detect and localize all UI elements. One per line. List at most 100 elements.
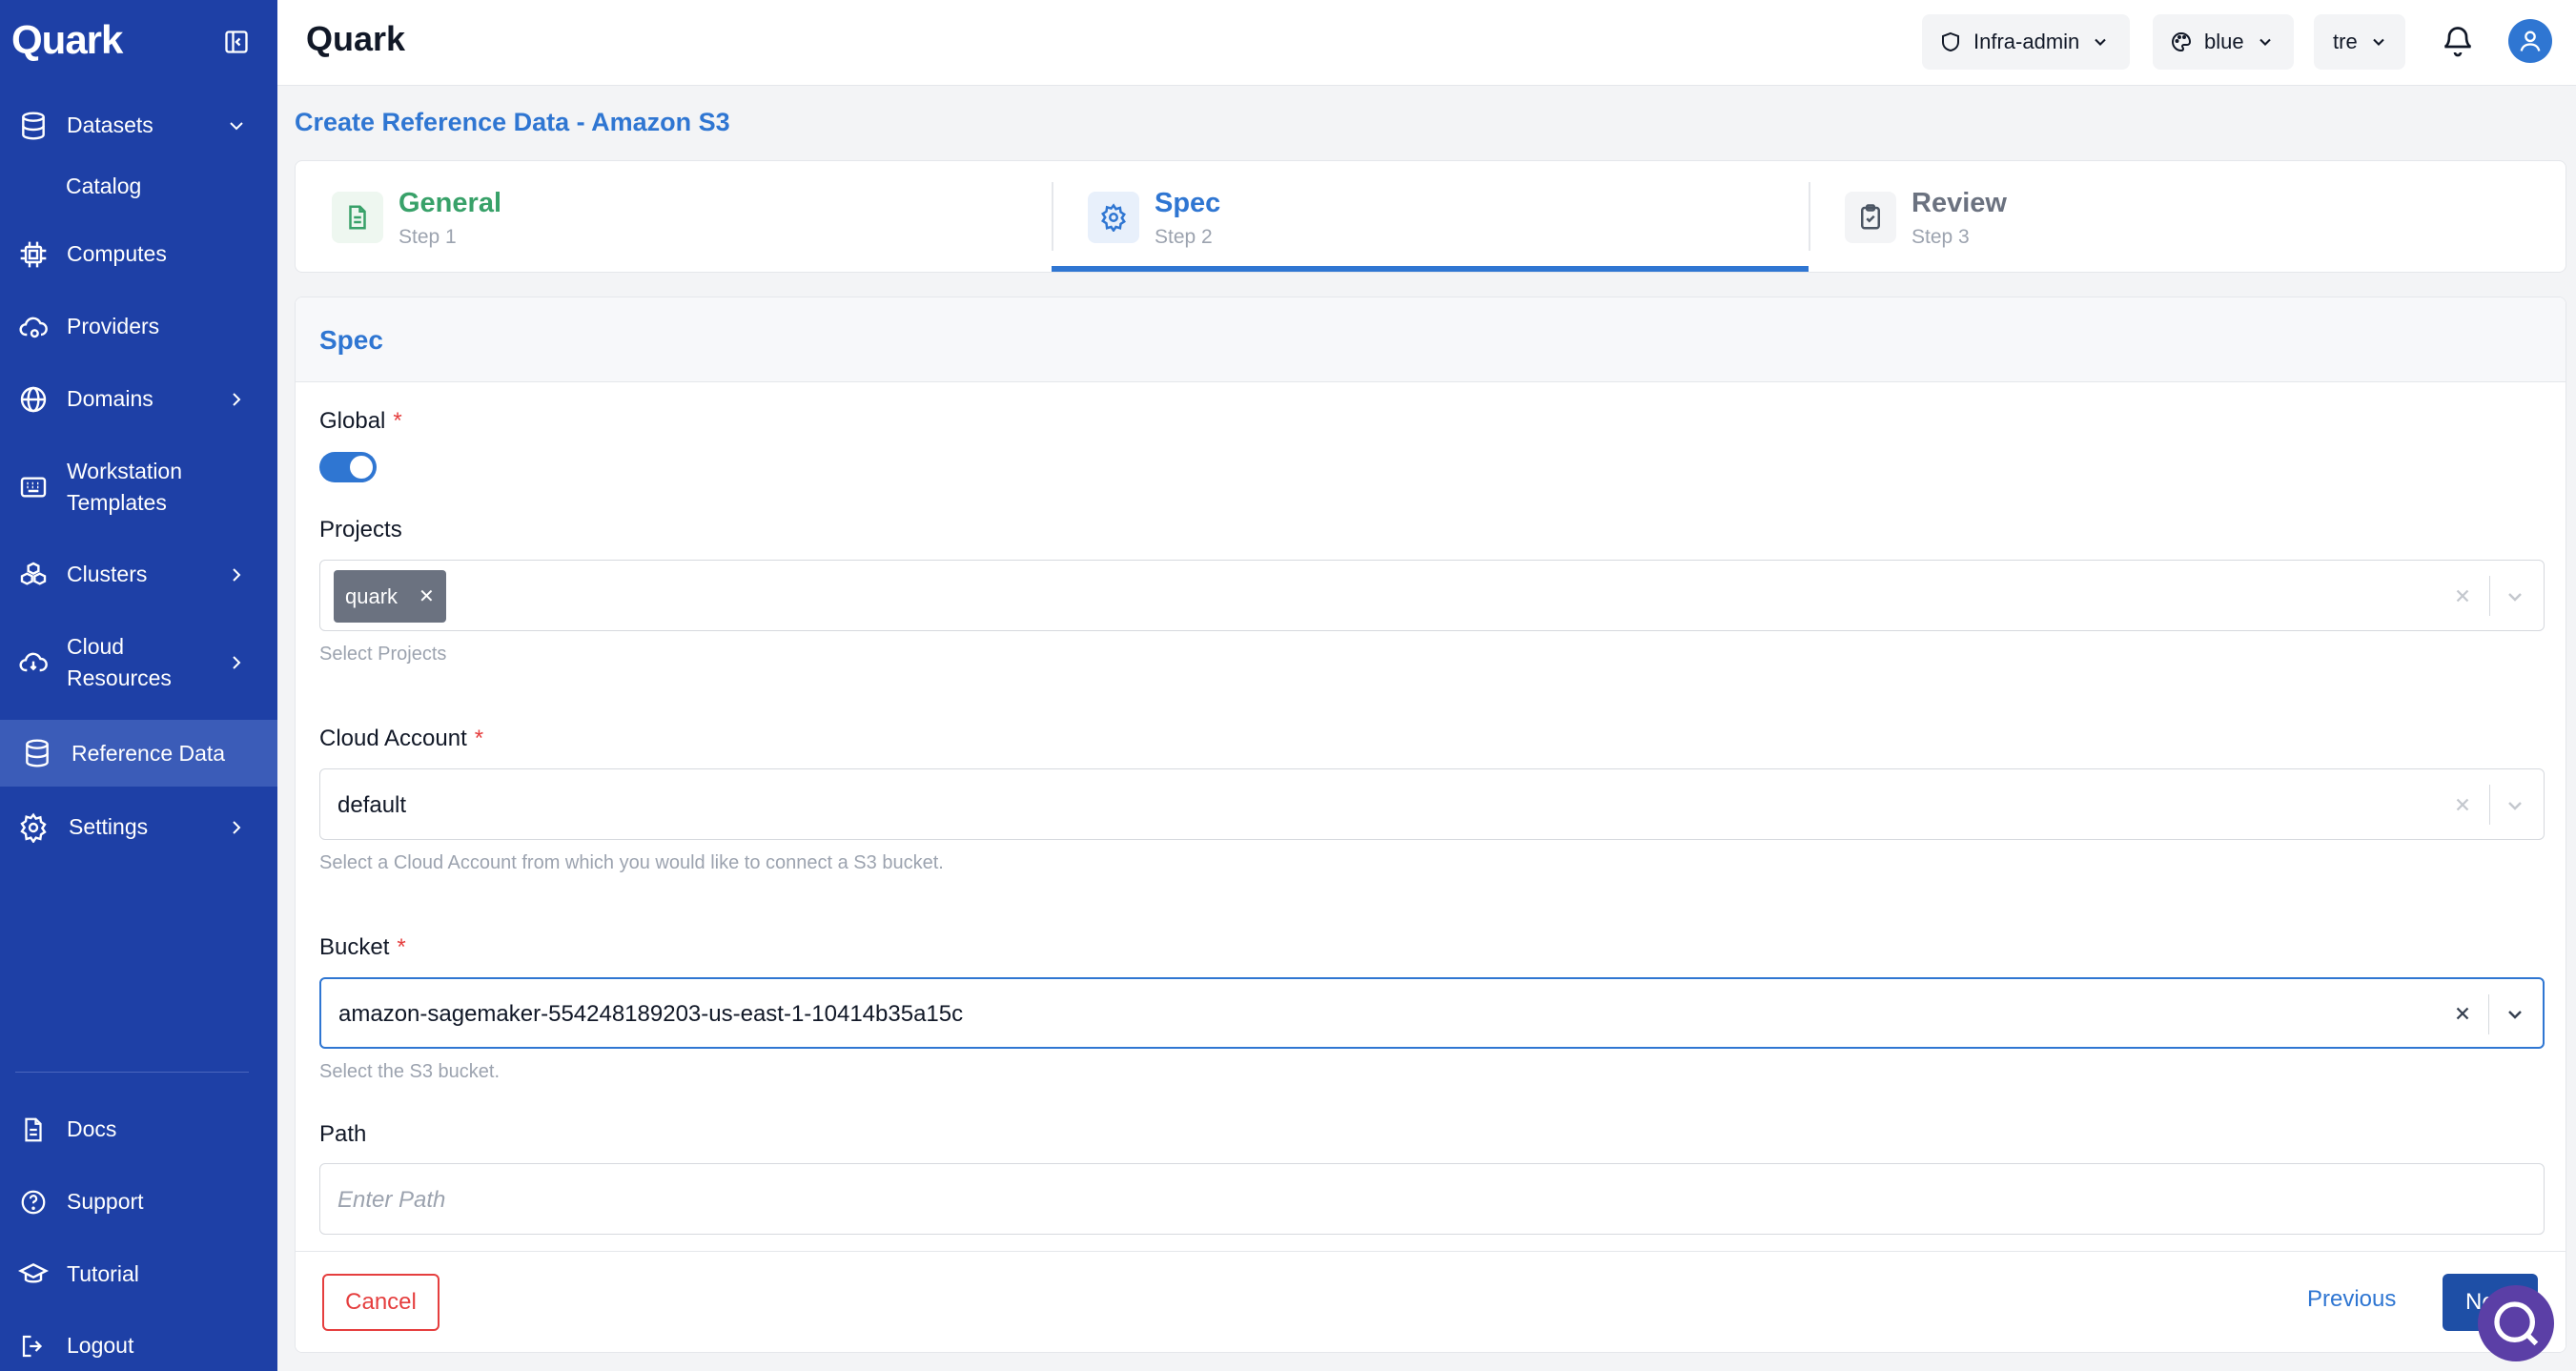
cloud-sync-icon xyxy=(17,646,50,679)
spec-form: Spec Global * Projects quark ✕ Select Pro… xyxy=(295,297,2566,1353)
step-title: Spec xyxy=(1155,188,1221,218)
chevron-down-icon xyxy=(2259,38,2271,46)
gear-icon xyxy=(1088,192,1139,243)
required-mark: * xyxy=(474,726,484,751)
global-label: Global * xyxy=(319,408,402,434)
sidebar-item-workstation-templates[interactable]: Workstation Templates xyxy=(0,456,277,519)
cloud-account-label: Cloud Account * xyxy=(319,726,484,751)
keyboard-icon xyxy=(17,471,50,503)
clear-icon[interactable] xyxy=(2452,794,2473,815)
bucket-select[interactable]: amazon-sagemaker-554248189203-us-east-1-… xyxy=(319,977,2545,1049)
page-title: Create Reference Data - Amazon S3 xyxy=(295,108,730,136)
projects-select[interactable]: quark ✕ xyxy=(319,560,2545,631)
sidebar-item-clusters[interactable]: Clusters xyxy=(0,559,277,590)
chevron-down-icon[interactable] xyxy=(2504,585,2526,608)
cubes-icon xyxy=(17,559,50,591)
sidebar-item-label: Settings xyxy=(69,814,149,839)
wizard-stepper: General Step 1 Spec Step 2 Review Step 3 xyxy=(295,160,2566,273)
sidebar-item-label: Docs xyxy=(67,1116,117,1141)
app-title: Quark xyxy=(306,19,406,58)
sidebar-item-logout[interactable]: Logout xyxy=(0,1330,277,1361)
sidebar-item-cloud-resources[interactable]: Cloud Resources xyxy=(0,631,277,694)
required-mark: * xyxy=(393,408,402,434)
sidebar-item-label: Domains xyxy=(67,386,153,411)
graduation-cap-icon xyxy=(17,1258,50,1291)
chat-help-icon[interactable] xyxy=(2478,1285,2554,1361)
brand-logo[interactable]: Quark xyxy=(11,17,123,63)
sidebar-item-label: Datasets xyxy=(67,113,153,137)
sidebar-item-providers[interactable]: Providers xyxy=(0,311,277,342)
clipboard-check-icon xyxy=(1845,192,1896,243)
collapse-sidebar-icon[interactable] xyxy=(223,29,250,55)
sidebar-item-settings[interactable]: Settings xyxy=(0,811,277,843)
gear-icon xyxy=(17,811,50,844)
cloud-account-hint: Select a Cloud Account from which you wo… xyxy=(319,852,944,873)
sidebar-item-tutorial[interactable]: Tutorial xyxy=(0,1258,277,1290)
tenant-label: tre xyxy=(2333,30,2358,53)
top-bar: Quark Infra-admin blue tre xyxy=(277,0,2576,86)
palette-icon xyxy=(2172,31,2192,52)
chevron-down-icon[interactable] xyxy=(2504,1003,2526,1026)
path-input[interactable]: Enter Path xyxy=(319,1163,2545,1235)
user-avatar[interactable] xyxy=(2508,19,2552,63)
clear-icon[interactable] xyxy=(2452,585,2473,606)
chevron-down-icon xyxy=(2095,38,2107,46)
sidebar-item-label: Support xyxy=(67,1189,144,1214)
bell-icon[interactable] xyxy=(2441,23,2475,59)
bucket-hint: Select the S3 bucket. xyxy=(319,1061,501,1082)
clear-icon[interactable] xyxy=(2452,1003,2473,1024)
sidebar-item-support[interactable]: Support xyxy=(0,1186,277,1218)
bucket-value: amazon-sagemaker-554248189203-us-east-1-… xyxy=(338,1001,964,1027)
step-subtitle: Step 2 xyxy=(1155,226,1213,248)
theme-selector[interactable]: blue xyxy=(2153,14,2294,70)
role-label: Infra-admin xyxy=(1973,30,2080,53)
sidebar-item-domains[interactable]: Domains xyxy=(0,383,277,415)
sidebar-item-label: Templates xyxy=(67,490,167,515)
form-footer: Cancel Previous Next xyxy=(296,1251,2566,1352)
project-chip: quark ✕ xyxy=(334,570,446,623)
step-subtitle: Step 3 xyxy=(1912,226,1970,248)
cancel-button[interactable]: Cancel xyxy=(322,1274,440,1331)
step-title: General xyxy=(399,188,501,218)
role-selector[interactable]: Infra-admin xyxy=(1922,14,2130,70)
sidebar-item-docs[interactable]: Docs xyxy=(0,1114,277,1145)
chip-label: quark xyxy=(345,583,399,608)
path-label: Path xyxy=(319,1121,367,1147)
chevron-down-icon xyxy=(230,121,243,130)
document-icon xyxy=(332,192,383,243)
chip-remove-icon[interactable]: ✕ xyxy=(419,584,435,608)
step-spec[interactable]: Spec Step 2 xyxy=(1052,161,1809,272)
projects-hint: Select Projects xyxy=(319,644,447,665)
active-step-indicator xyxy=(1052,266,1809,272)
path-placeholder: Enter Path xyxy=(337,1187,446,1213)
sidebar-item-reference-data[interactable]: Reference Data xyxy=(0,720,277,787)
sidebar-item-label: Logout xyxy=(67,1333,134,1358)
cloud-account-select[interactable]: default xyxy=(319,768,2545,840)
sidebar-item-label: Resources xyxy=(67,665,172,690)
step-title: Review xyxy=(1912,188,2007,218)
sidebar-item-label: Workstation xyxy=(67,459,183,483)
toggle-knob xyxy=(350,456,373,479)
tenant-selector[interactable]: tre xyxy=(2314,14,2405,70)
chevron-down-icon xyxy=(2372,38,2384,46)
projects-label: Projects xyxy=(319,517,402,542)
cpu-icon xyxy=(17,238,50,271)
global-toggle[interactable] xyxy=(319,452,377,482)
sidebar-item-computes[interactable]: Computes xyxy=(0,238,277,270)
sidebar-item-datasets[interactable]: Datasets xyxy=(0,110,277,141)
database-icon xyxy=(17,110,50,142)
sidebar-item-label: Computes xyxy=(67,241,167,266)
previous-button[interactable]: Previous xyxy=(2307,1286,2396,1313)
step-review[interactable]: Review Step 3 xyxy=(1809,161,2566,272)
cloud-account-value: default xyxy=(337,792,407,818)
shield-icon xyxy=(1942,31,1959,52)
globe-icon xyxy=(17,383,50,416)
sidebar-item-catalog[interactable]: Catalog xyxy=(66,174,141,199)
step-subtitle: Step 1 xyxy=(399,226,457,248)
chevron-right-icon xyxy=(233,820,241,834)
database-icon xyxy=(21,737,53,769)
logout-icon xyxy=(17,1330,50,1362)
chevron-down-icon[interactable] xyxy=(2504,794,2526,817)
step-general[interactable]: General Step 1 xyxy=(296,161,1053,272)
required-mark: * xyxy=(397,934,406,960)
